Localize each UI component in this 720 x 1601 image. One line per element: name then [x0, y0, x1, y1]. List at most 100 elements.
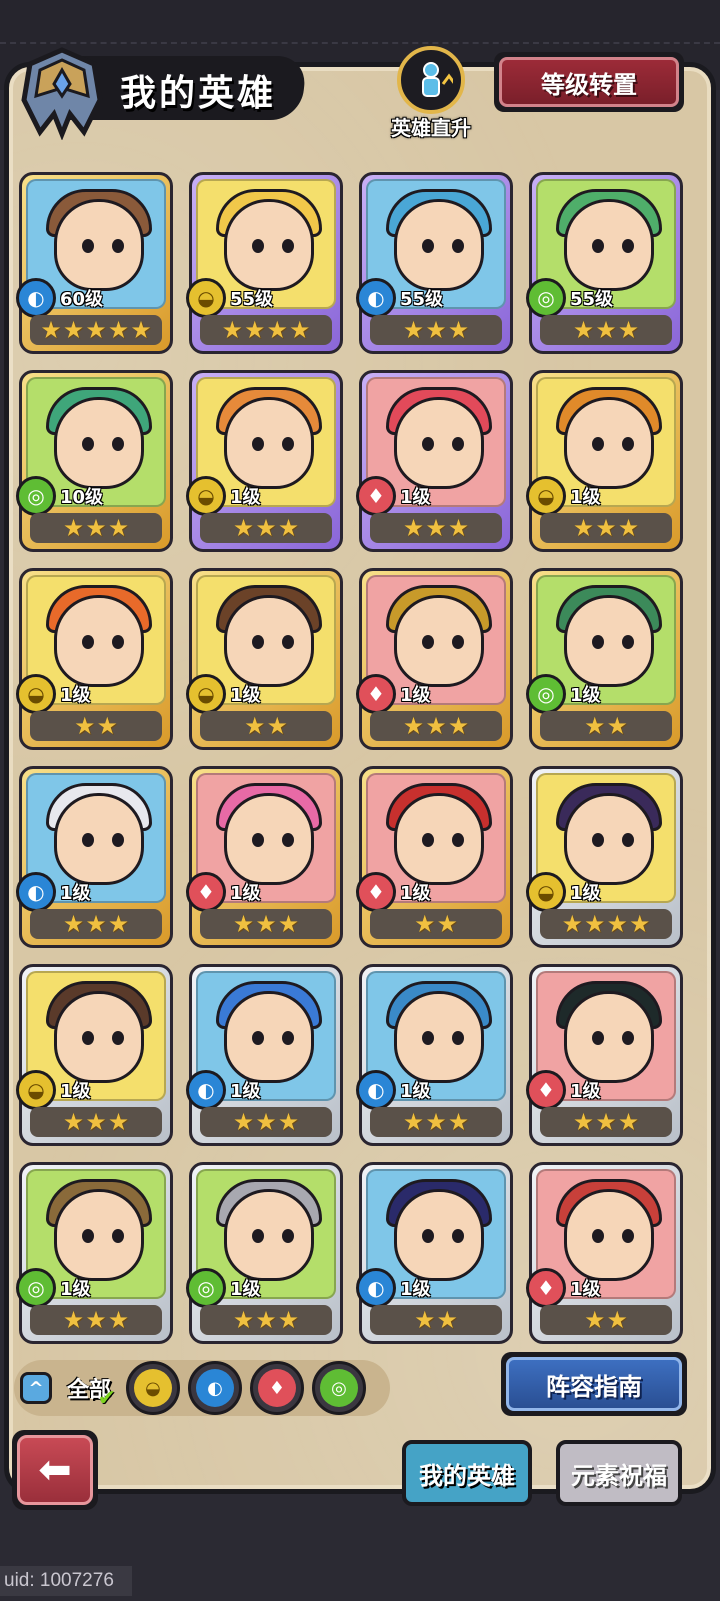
hero-eye [592, 239, 604, 253]
star-icon: ★ [232, 514, 255, 542]
tab-my-heroes[interactable]: 我的英雄 [402, 1440, 532, 1506]
hero-face [224, 397, 314, 489]
tab-element-blessing[interactable]: 元素祝福 [556, 1440, 682, 1506]
hero-stars: ★ ★ ★ [200, 513, 332, 543]
star-icon: ★ [447, 514, 470, 542]
level-reset-button[interactable]: 等级转置 [494, 52, 684, 112]
star-icon: ★ [572, 1108, 595, 1136]
hero-eye [452, 239, 464, 253]
hero-card[interactable]: ◒ 55级 ★ ★ ★ ★ [186, 172, 343, 354]
hero-level: 1级 [400, 1081, 431, 1102]
fire-icon: ♦ [258, 1369, 296, 1407]
back-arrow-icon: ⬅ [17, 1435, 93, 1505]
fire-icon: ♦ [526, 1268, 566, 1308]
hero-level: 1级 [400, 685, 431, 706]
hero-level: 1级 [60, 685, 91, 706]
hero-level: 55级 [230, 289, 274, 310]
earth-swirl-icon: ◒ [186, 278, 226, 318]
hero-card[interactable]: ◒ 1级 ★ ★ [16, 568, 173, 750]
hero-card[interactable]: ♦ 1级 ★ ★ ★ [186, 766, 343, 948]
hero-card[interactable]: ◒ 1级 ★ ★ [186, 568, 343, 750]
hero-level-row: ◒ 55级 [186, 278, 274, 318]
hero-eye [112, 1031, 124, 1045]
collapse-up-button[interactable]: ^ [20, 1372, 52, 1404]
hero-level-row: ◒ 1级 [16, 674, 91, 714]
hero-level-row: ♦ 1级 [186, 872, 261, 912]
hero-card[interactable]: ◐ 1级 ★ ★ ★ [356, 964, 513, 1146]
hero-eye [82, 833, 94, 847]
star-icon: ★ [289, 316, 311, 344]
hero-eye [282, 1031, 294, 1045]
hero-card[interactable]: ◎ 10级 ★ ★ ★ [16, 370, 173, 552]
hero-level: 1级 [230, 883, 261, 904]
hero-card[interactable]: ◎ 1级 ★ ★ ★ [16, 1162, 173, 1344]
star-icon: ★ [277, 910, 300, 938]
hero-card[interactable]: ◐ 1级 ★ ★ [356, 1162, 513, 1344]
star-icon: ★ [277, 1306, 300, 1334]
star-icon: ★ [62, 316, 85, 344]
hero-card[interactable]: ◐ 55级 ★ ★ ★ [356, 172, 513, 354]
hero-stars: ★ ★ ★ [30, 1107, 162, 1137]
earth-swirl-icon: ◒ [526, 476, 566, 516]
star-icon: ★ [606, 910, 629, 938]
hero-card[interactable]: ◐ 60级 ★ ★ ★ ★ ★ [16, 172, 173, 354]
hero-card[interactable]: ♦ 1级 ★ ★ ★ [356, 568, 513, 750]
hero-level-row: ◒ 1级 [186, 674, 261, 714]
star-icon: ★ [232, 1306, 255, 1334]
star-icon: ★ [561, 910, 583, 938]
hero-card[interactable]: ◒ 1级 ★ ★ ★ [186, 370, 343, 552]
hero-card[interactable]: ♦ 1级 ★ ★ ★ [526, 964, 683, 1146]
hero-eye [252, 239, 264, 253]
lineup-guide-button[interactable]: 阵容指南 [501, 1352, 687, 1416]
hero-card[interactable]: ◎ 1级 ★ ★ [526, 568, 683, 750]
hero-eye [112, 239, 124, 253]
hero-card[interactable]: ◎ 1级 ★ ★ ★ [186, 1162, 343, 1344]
filter-wind-button[interactable]: ◎ [312, 1361, 366, 1415]
filter-all-button[interactable]: 全部 ✔ [60, 1363, 118, 1413]
hero-level-row: ◎ 1级 [16, 1268, 91, 1308]
hero-card[interactable]: ◒ 1级 ★ ★ ★ ★ [526, 766, 683, 948]
filter-water-button[interactable]: ◐ [188, 1361, 242, 1415]
hero-level-row: ♦ 1级 [356, 674, 431, 714]
hero-card[interactable]: ◒ 1级 ★ ★ ★ [526, 370, 683, 552]
hero-card[interactable]: ◎ 55级 ★ ★ ★ [526, 172, 683, 354]
hero-stars: ★ ★ [540, 711, 672, 741]
hero-face [564, 1189, 654, 1281]
hero-level-row: ◐ 1级 [356, 1070, 431, 1110]
hero-level-row: ◒ 1级 [16, 1070, 91, 1110]
hero-eye [452, 437, 464, 451]
hero-face [564, 793, 654, 885]
wind-swirl-icon: ◎ [526, 278, 566, 318]
hero-stars: ★ ★ ★ [30, 1305, 162, 1335]
hero-eye [82, 1031, 94, 1045]
hero-card[interactable]: ♦ 1级 ★ ★ [356, 766, 513, 948]
star-icon: ★ [266, 712, 289, 740]
wind-swirl-icon: ◎ [186, 1268, 226, 1308]
hero-level: 1级 [570, 487, 601, 508]
earth-swirl-icon: ◒ [16, 674, 56, 714]
hero-card[interactable]: ◒ 1级 ★ ★ ★ [16, 964, 173, 1146]
hero-level-row: ◎ 55级 [526, 278, 613, 318]
star-icon: ★ [277, 514, 300, 542]
hero-level: 1级 [60, 883, 91, 904]
hero-stars: ★ ★ [30, 711, 162, 741]
back-button[interactable]: ⬅ [12, 1430, 98, 1510]
fire-icon: ♦ [526, 1070, 566, 1110]
earth-swirl-icon: ◒ [186, 674, 226, 714]
star-icon: ★ [617, 514, 640, 542]
hero-stars: ★ ★ ★ [370, 711, 502, 741]
filter-earth-button[interactable]: ◒ [126, 1361, 180, 1415]
hero-card[interactable]: ◐ 1级 ★ ★ ★ [186, 964, 343, 1146]
hero-eye [82, 437, 94, 451]
hero-stars: ★ ★ [540, 1305, 672, 1335]
hero-card[interactable]: ♦ 1级 ★ ★ ★ [356, 370, 513, 552]
hero-card[interactable]: ♦ 1级 ★ ★ [526, 1162, 683, 1344]
hero-eye [252, 437, 264, 451]
hero-face [564, 595, 654, 687]
hero-boost-button[interactable]: 英雄直升 [383, 46, 479, 146]
hero-stars: ★ ★ [370, 909, 502, 939]
hero-card[interactable]: ◐ 1级 ★ ★ ★ [16, 766, 173, 948]
star-icon: ★ [447, 1108, 470, 1136]
star-icon: ★ [572, 514, 595, 542]
filter-fire-button[interactable]: ♦ [250, 1361, 304, 1415]
